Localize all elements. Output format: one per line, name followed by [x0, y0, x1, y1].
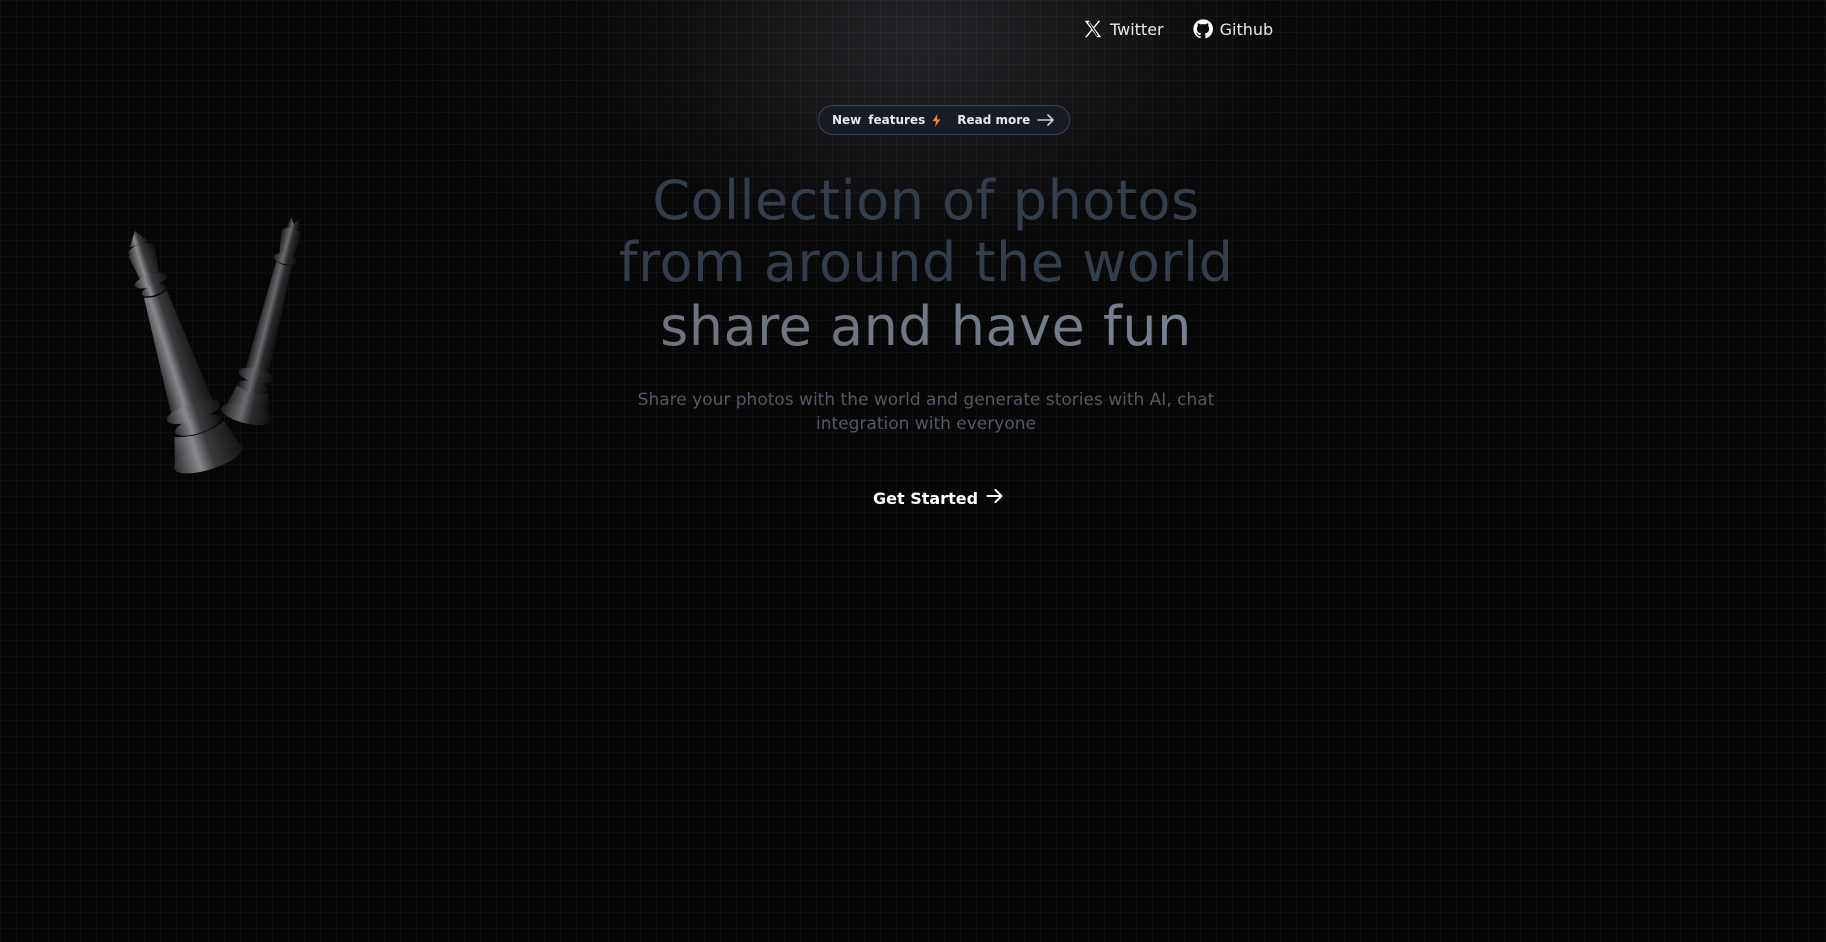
- x-twitter-icon: [1082, 18, 1104, 40]
- github-icon: [1192, 18, 1214, 40]
- new-features-badge[interactable]: New features Read more: [818, 105, 1071, 135]
- arrow-right-icon: [1037, 114, 1055, 126]
- github-link[interactable]: Github: [1192, 18, 1274, 40]
- twitter-label: Twitter: [1110, 19, 1164, 39]
- lightning-bolt-icon: [932, 113, 941, 127]
- top-nav: Twitter Github: [1082, 18, 1273, 40]
- twitter-link[interactable]: Twitter: [1082, 18, 1164, 40]
- hero-subtitle: Share your photos with the world and gen…: [637, 390, 1215, 434]
- chess-king-front: [128, 231, 243, 474]
- get-started-button[interactable]: Get Started: [873, 488, 1004, 508]
- read-more-link[interactable]: Read more: [957, 113, 1030, 127]
- badge-new-label: New: [832, 113, 862, 127]
- chess-queen-back: [221, 217, 302, 426]
- arrow-right-icon: [986, 488, 1004, 508]
- chess-pieces-illustration: [110, 210, 310, 504]
- landing-page: Twitter Github New features Read more Co…: [0, 0, 1826, 942]
- get-started-label: Get Started: [873, 488, 979, 508]
- badge-features-label: features: [868, 113, 926, 127]
- github-label: Github: [1219, 19, 1274, 39]
